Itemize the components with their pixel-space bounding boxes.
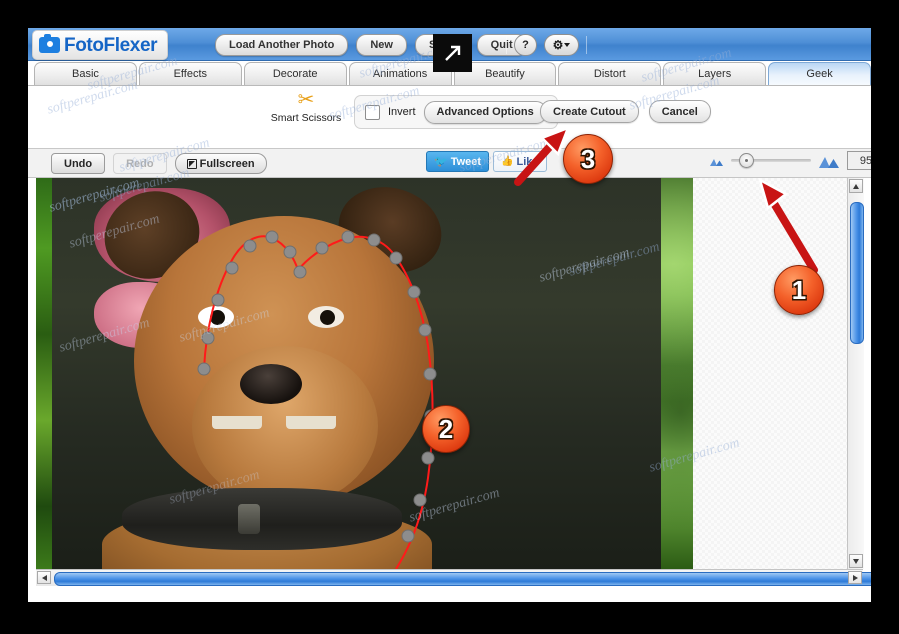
header-divider — [506, 36, 507, 54]
header-utility-group: ? ⚙ — [506, 34, 587, 56]
like-button[interactable]: 👍 Like — [493, 151, 547, 172]
camera-icon — [39, 34, 60, 53]
dog-collar — [122, 488, 402, 550]
gear-icon: ⚙ — [552, 38, 564, 52]
horizontal-scroll-thumb[interactable] — [54, 572, 871, 586]
zoom-in-mountain-icon[interactable] — [818, 153, 840, 169]
load-another-photo-button[interactable]: Load Another Photo — [215, 34, 349, 56]
scroll-down-button[interactable] — [849, 554, 863, 568]
image-canvas[interactable] — [36, 178, 847, 569]
tab-layers[interactable]: Layers — [663, 62, 767, 85]
tab-geek[interactable]: Geek — [768, 62, 871, 85]
photo-image[interactable] — [36, 178, 693, 569]
history-button-group: Undo Redo Fullscreen — [51, 153, 267, 174]
zoom-slider[interactable] — [731, 153, 811, 169]
fullscreen-icon — [186, 158, 197, 169]
tab-distort[interactable]: Distort — [558, 62, 662, 85]
header-divider — [586, 36, 587, 54]
annotation-badge-2: 2 — [422, 405, 470, 453]
active-tool-indicator: ✂ Smart Scissors — [268, 90, 344, 124]
tweet-button[interactable]: 🐦 Tweet — [426, 151, 490, 172]
zoom-control-group: 95 % — [709, 151, 871, 170]
scissors-icon: ✂ — [297, 89, 315, 111]
zoom-slider-handle[interactable] — [739, 153, 754, 168]
tab-basic[interactable]: Basic — [34, 62, 137, 85]
canvas-vertical-scrollbar[interactable] — [847, 178, 864, 569]
dog-nose — [240, 364, 302, 404]
fullscreen-label: Fullscreen — [199, 157, 255, 170]
scroll-right-button[interactable] — [848, 571, 862, 584]
invert-label: Invert — [388, 106, 416, 118]
create-cutout-button[interactable]: Create Cutout — [540, 100, 639, 123]
zoom-out-mountain-icon[interactable] — [709, 155, 724, 167]
social-share-group: 🐦 Tweet 👍 Like — [426, 151, 547, 172]
help-button[interactable]: ? — [514, 34, 537, 56]
scroll-left-button[interactable] — [37, 571, 51, 584]
canvas-empty-area — [693, 178, 847, 569]
app-logo: FotoFlexer — [32, 30, 169, 60]
annotation-badge-3: 3 — [563, 134, 613, 184]
cancel-button[interactable]: Cancel — [648, 100, 711, 123]
annotation-badge-2-number: 2 — [438, 414, 454, 444]
dog-teeth-left — [212, 416, 262, 429]
fotoflexer-app-window: FotoFlexer Load Another Photo New Save Q… — [28, 28, 871, 602]
new-button[interactable]: New — [356, 34, 407, 56]
dog-teeth-right — [286, 416, 336, 429]
tool-option-group: Invert Advanced Options — [354, 95, 558, 129]
zoom-value-field[interactable]: 95 — [847, 151, 871, 170]
annotation-badge-1-number: 1 — [791, 275, 807, 305]
scroll-up-button[interactable] — [849, 179, 863, 193]
editor-toolbar: Undo Redo Fullscreen 🐦 Tweet 👍 Like 95 — [28, 149, 871, 178]
chevron-down-icon — [853, 558, 859, 564]
vertical-scroll-thumb[interactable] — [850, 202, 864, 344]
redo-button: Redo — [113, 153, 167, 174]
chevron-left-icon — [41, 574, 47, 581]
dog-subject — [91, 178, 514, 569]
app-logo-text: FotoFlexer — [64, 34, 158, 56]
dog-pupil-right — [320, 310, 335, 325]
tool-action-group: Create Cutout Cancel — [540, 100, 711, 123]
thumbs-up-icon: 👍 — [501, 156, 514, 167]
annotation-badge-1: 1 — [774, 265, 824, 315]
advanced-options-button[interactable]: Advanced Options — [423, 100, 547, 124]
screenshot-root: FotoFlexer Load Another Photo New Save Q… — [0, 0, 899, 634]
annotation-badge-3-number: 3 — [580, 144, 596, 174]
photo-foliage-right — [661, 178, 693, 569]
fullscreen-button[interactable]: Fullscreen — [174, 153, 267, 174]
tab-decorate[interactable]: Decorate — [243, 62, 347, 85]
invert-checkbox[interactable] — [365, 104, 380, 120]
undo-button[interactable]: Undo — [51, 153, 106, 174]
twitter-bird-icon: 🐦 — [434, 156, 448, 168]
like-label: Like — [516, 155, 539, 168]
active-tool-label: Smart Scissors — [270, 112, 342, 124]
canvas-horizontal-scrollbar[interactable] — [36, 569, 871, 586]
dog-pupil-left — [210, 310, 225, 325]
chevron-down-icon — [564, 43, 571, 47]
photo-foliage-left — [36, 178, 52, 569]
tweet-label: Tweet — [450, 155, 482, 168]
tool-options-panel: ✂ Smart Scissors Invert Advanced Options… — [28, 86, 871, 149]
settings-menu-button[interactable]: ⚙ — [544, 34, 579, 56]
tab-effects[interactable]: Effects — [138, 62, 242, 85]
chevron-up-icon — [853, 183, 859, 189]
expand-overlay-icon[interactable] — [433, 34, 472, 72]
chevron-right-icon — [852, 574, 858, 581]
header-button-group: Load Another Photo New Save Quit — [215, 34, 527, 56]
